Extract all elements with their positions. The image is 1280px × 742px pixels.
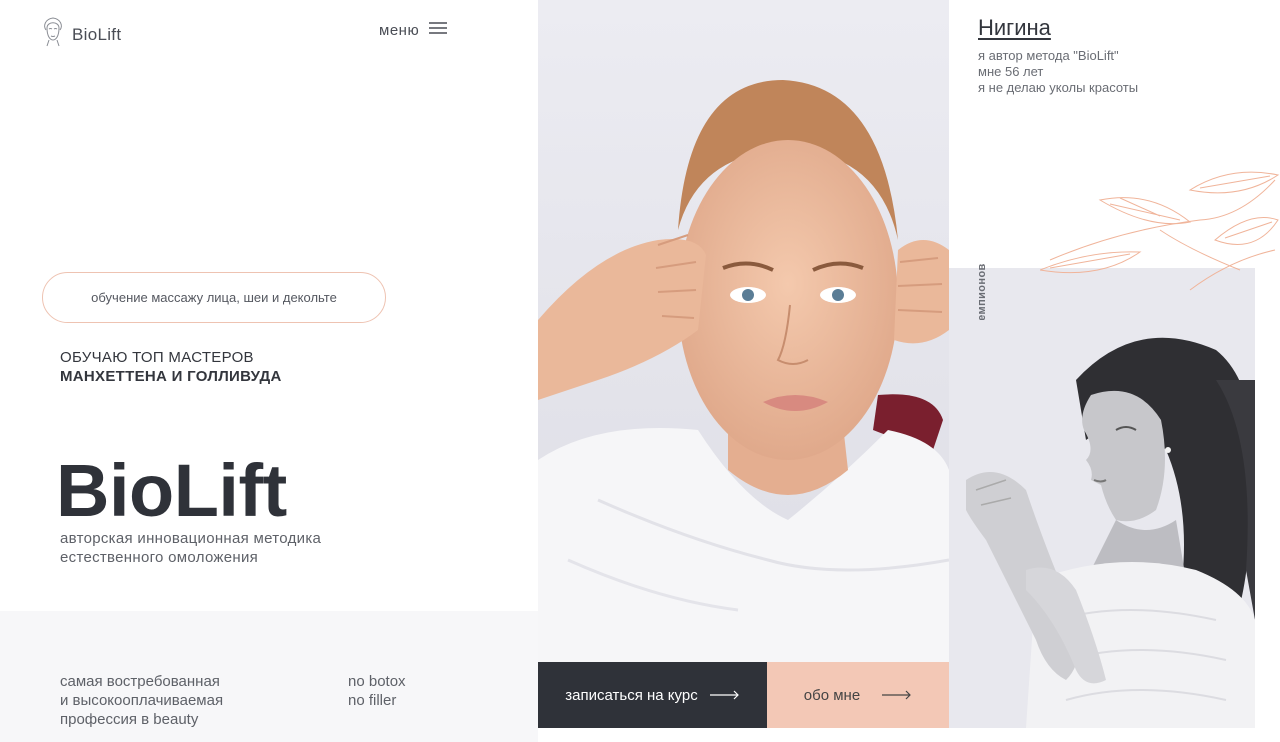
no-filler-line: no filler [348,692,397,709]
author-info-line2: мне 56 лет [978,64,1044,79]
page-title: BioLift [56,449,287,532]
signup-button[interactable]: записаться на курс [538,662,767,728]
author-name-link[interactable]: Нигина [978,15,1051,41]
about-button[interactable]: обо мне [767,662,949,728]
profession-text: самая востребованная и высокооплачиваема… [60,672,223,729]
hamburger-icon [429,21,448,40]
course-pill[interactable]: обучение массажу лица, шеи и декольте [42,272,386,323]
author-info: я автор метода "BioLift" мне 56 лет я не… [978,48,1138,96]
author-portrait [966,320,1255,728]
subtitle: авторская инновационная методика естеств… [60,529,321,567]
about-label: обо мне [803,686,861,704]
tagline-line2: МАНХЕТТЕНА И ГОЛЛИВУДА [60,368,282,385]
author-info-line3: я не делаю уколы красоты [978,80,1139,95]
logo[interactable]: BioLift [40,16,121,53]
face-outline-icon [40,16,66,53]
menu-label: меню [379,22,420,39]
logo-text: BioLift [72,24,122,44]
long-arrow-right-icon [709,690,740,700]
leaves-decoration [1040,171,1280,291]
profession-line1: самая востребованная [60,673,220,690]
profession-line2: и высокооплачиваемая [60,692,224,709]
profession-line3: профессия в beauty [60,711,199,728]
subtitle-line1: авторская инновационная методика [60,530,322,547]
no-botox-line: no botox [348,673,406,690]
tagline-line1: ОБУЧАЮ ТОП МАСТЕРОВ [60,349,254,366]
long-arrow-right-icon [882,690,912,700]
tagline: ОБУЧАЮ ТОП МАСТЕРОВ МАНХЕТТЕНА И ГОЛЛИВУ… [60,348,282,386]
subtitle-line2: естественного омоложения [60,549,259,566]
menu-button[interactable]: меню [379,21,448,40]
hero-photo [538,0,949,662]
author-info-line1: я автор метода "BioLift" [978,48,1119,63]
signup-label: записаться на курс [565,686,698,704]
no-botox-text: no botox no filler [348,672,406,710]
